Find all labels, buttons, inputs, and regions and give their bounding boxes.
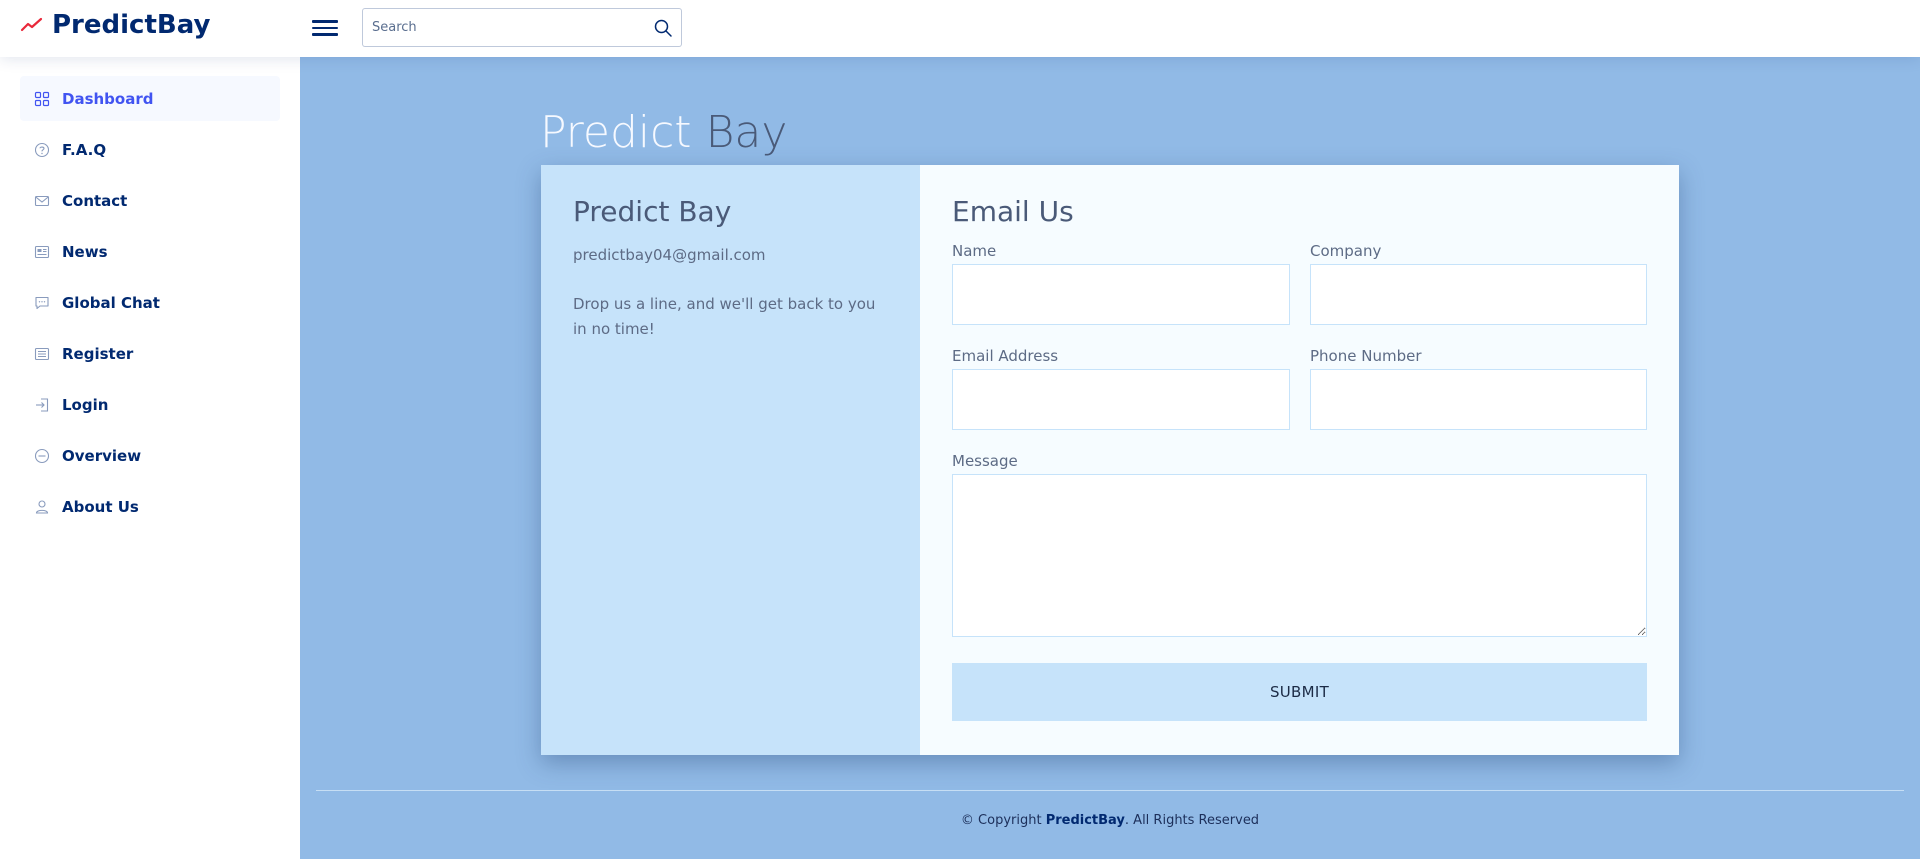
sidebar-item-label: Global Chat [62,293,160,312]
sidebar: Dashboard F.A.Q Contact News Global Chat… [0,57,300,859]
question-circle-icon [34,142,50,157]
phone-field[interactable] [1310,369,1647,430]
sidebar-nav: Dashboard F.A.Q Contact News Global Chat… [0,57,300,554]
phone-label: Phone Number [1310,347,1422,365]
top-header: PredictBay [0,0,1920,57]
footer-suffix: . All Rights Reserved [1124,813,1260,828]
company-field[interactable] [1310,264,1647,325]
form-heading: Email Us [952,195,1074,228]
sidebar-item-label: F.A.Q [62,140,107,159]
footer-brand: PredictBay [1045,813,1125,828]
email-field[interactable] [952,369,1290,430]
sidebar-item-global-chat[interactable]: Global Chat [20,280,280,325]
company-label: Company [1310,242,1382,260]
search-bar [362,8,682,47]
logo[interactable]: PredictBay [20,10,210,40]
sidebar-item-label: Login [62,395,109,414]
box-arrow-in-right-icon [36,397,49,412]
email-form-panel: Email Us Name Company Email Address Phon… [920,165,1679,755]
main-content: Predict Bay Predict Bay predictbay04@gma… [300,57,1920,859]
logo-text: PredictBay [52,10,211,40]
sidebar-toggle-icon[interactable] [312,16,338,40]
footer-prefix: © Copyright [960,813,1046,828]
message-textarea[interactable] [952,474,1647,637]
grid-icon [34,91,50,106]
sidebar-item-about-us[interactable]: About Us [20,484,280,529]
sidebar-item-news[interactable]: News [20,229,280,274]
message-label: Message [952,452,1018,470]
name-field[interactable] [952,264,1290,325]
sidebar-item-label: About Us [62,497,139,516]
footer-divider [316,790,1904,791]
submit-button[interactable]: SUBMIT [952,663,1647,721]
trend-up-icon [20,17,43,32]
sidebar-item-register[interactable]: Register [20,331,280,376]
contact-note: Drop us a line, and we'll get back to yo… [573,295,876,338]
sidebar-item-contact[interactable]: Contact [20,178,280,223]
sidebar-item-label: Overview [62,446,142,465]
sidebar-item-overview[interactable]: Overview [20,433,280,478]
contact-email: predictbay04@gmail.com [573,246,766,264]
email-label: Email Address [952,347,1059,365]
newspaper-icon [34,245,50,258]
dash-circle-icon [34,448,50,463]
sidebar-item-label: Register [62,344,134,363]
page-title-part1: Predict [540,107,692,158]
contact-info-panel: Predict Bay predictbay04@gmail.com Drop … [541,165,920,755]
page-title: Predict Bay [540,107,787,158]
chat-icon [35,296,49,309]
page-title-part2: Bay [705,107,788,158]
search-icon[interactable] [653,18,673,38]
search-input[interactable] [363,9,643,46]
sidebar-item-faq[interactable]: F.A.Q [20,127,280,172]
contact-card: Predict Bay predictbay04@gmail.com Drop … [541,165,1679,755]
sidebar-item-dashboard[interactable]: Dashboard [20,76,280,121]
envelope-icon [34,195,50,206]
info-heading: Predict Bay [573,195,732,228]
name-label: Name [952,242,997,260]
sidebar-item-login[interactable]: Login [20,382,280,427]
sidebar-item-label: Contact [62,191,128,210]
person-icon [35,499,49,514]
sidebar-item-label: Dashboard [62,89,154,108]
card-list-icon [34,347,50,360]
footer: © Copyright PredictBay. All Rights Reser… [300,813,1920,828]
sidebar-item-label: News [62,242,108,261]
